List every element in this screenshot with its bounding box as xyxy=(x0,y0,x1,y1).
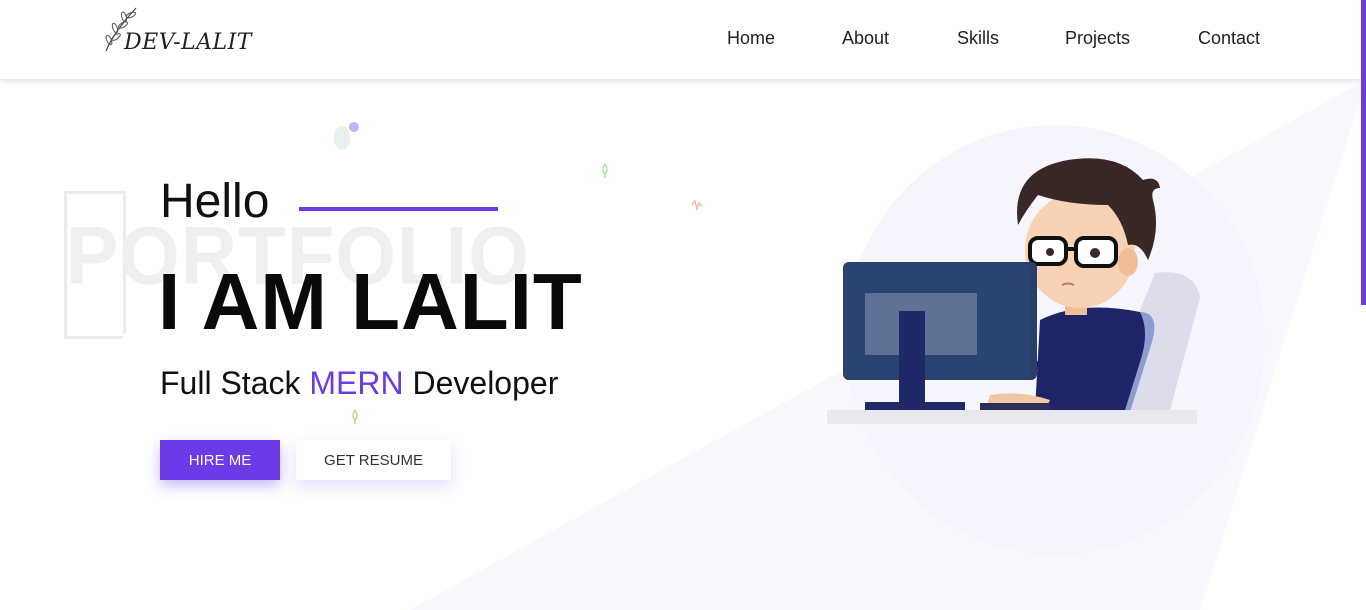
nav-contact[interactable]: Contact xyxy=(1198,28,1260,49)
hero-greeting: Hello xyxy=(160,175,270,228)
hire-me-button[interactable]: HIRE ME xyxy=(160,440,280,480)
nav-about[interactable]: About xyxy=(842,28,889,49)
subtitle-accent: MERN xyxy=(309,365,404,401)
scroll-progress-bar[interactable] xyxy=(1361,0,1366,305)
nav-home[interactable]: Home xyxy=(727,28,775,49)
nav-skills[interactable]: Skills xyxy=(957,28,999,49)
hero-title: I AM LALIT xyxy=(158,257,583,346)
logo-text: DEV-LALIT xyxy=(124,30,252,55)
site-logo[interactable]: DEV-LALIT xyxy=(100,4,260,56)
get-resume-button[interactable]: GET RESUME xyxy=(296,440,451,480)
hero-subtitle: Full Stack MERN Developer xyxy=(160,367,558,399)
subtitle-suffix: Developer xyxy=(403,365,559,401)
site-header: DEV-LALIT Home About Skills Projects Con… xyxy=(0,0,1366,79)
subtitle-prefix: Full Stack xyxy=(160,365,310,401)
developer-at-computer-illustration xyxy=(827,158,1200,424)
greeting-underline xyxy=(299,207,498,211)
nav-projects[interactable]: Projects xyxy=(1065,28,1130,49)
